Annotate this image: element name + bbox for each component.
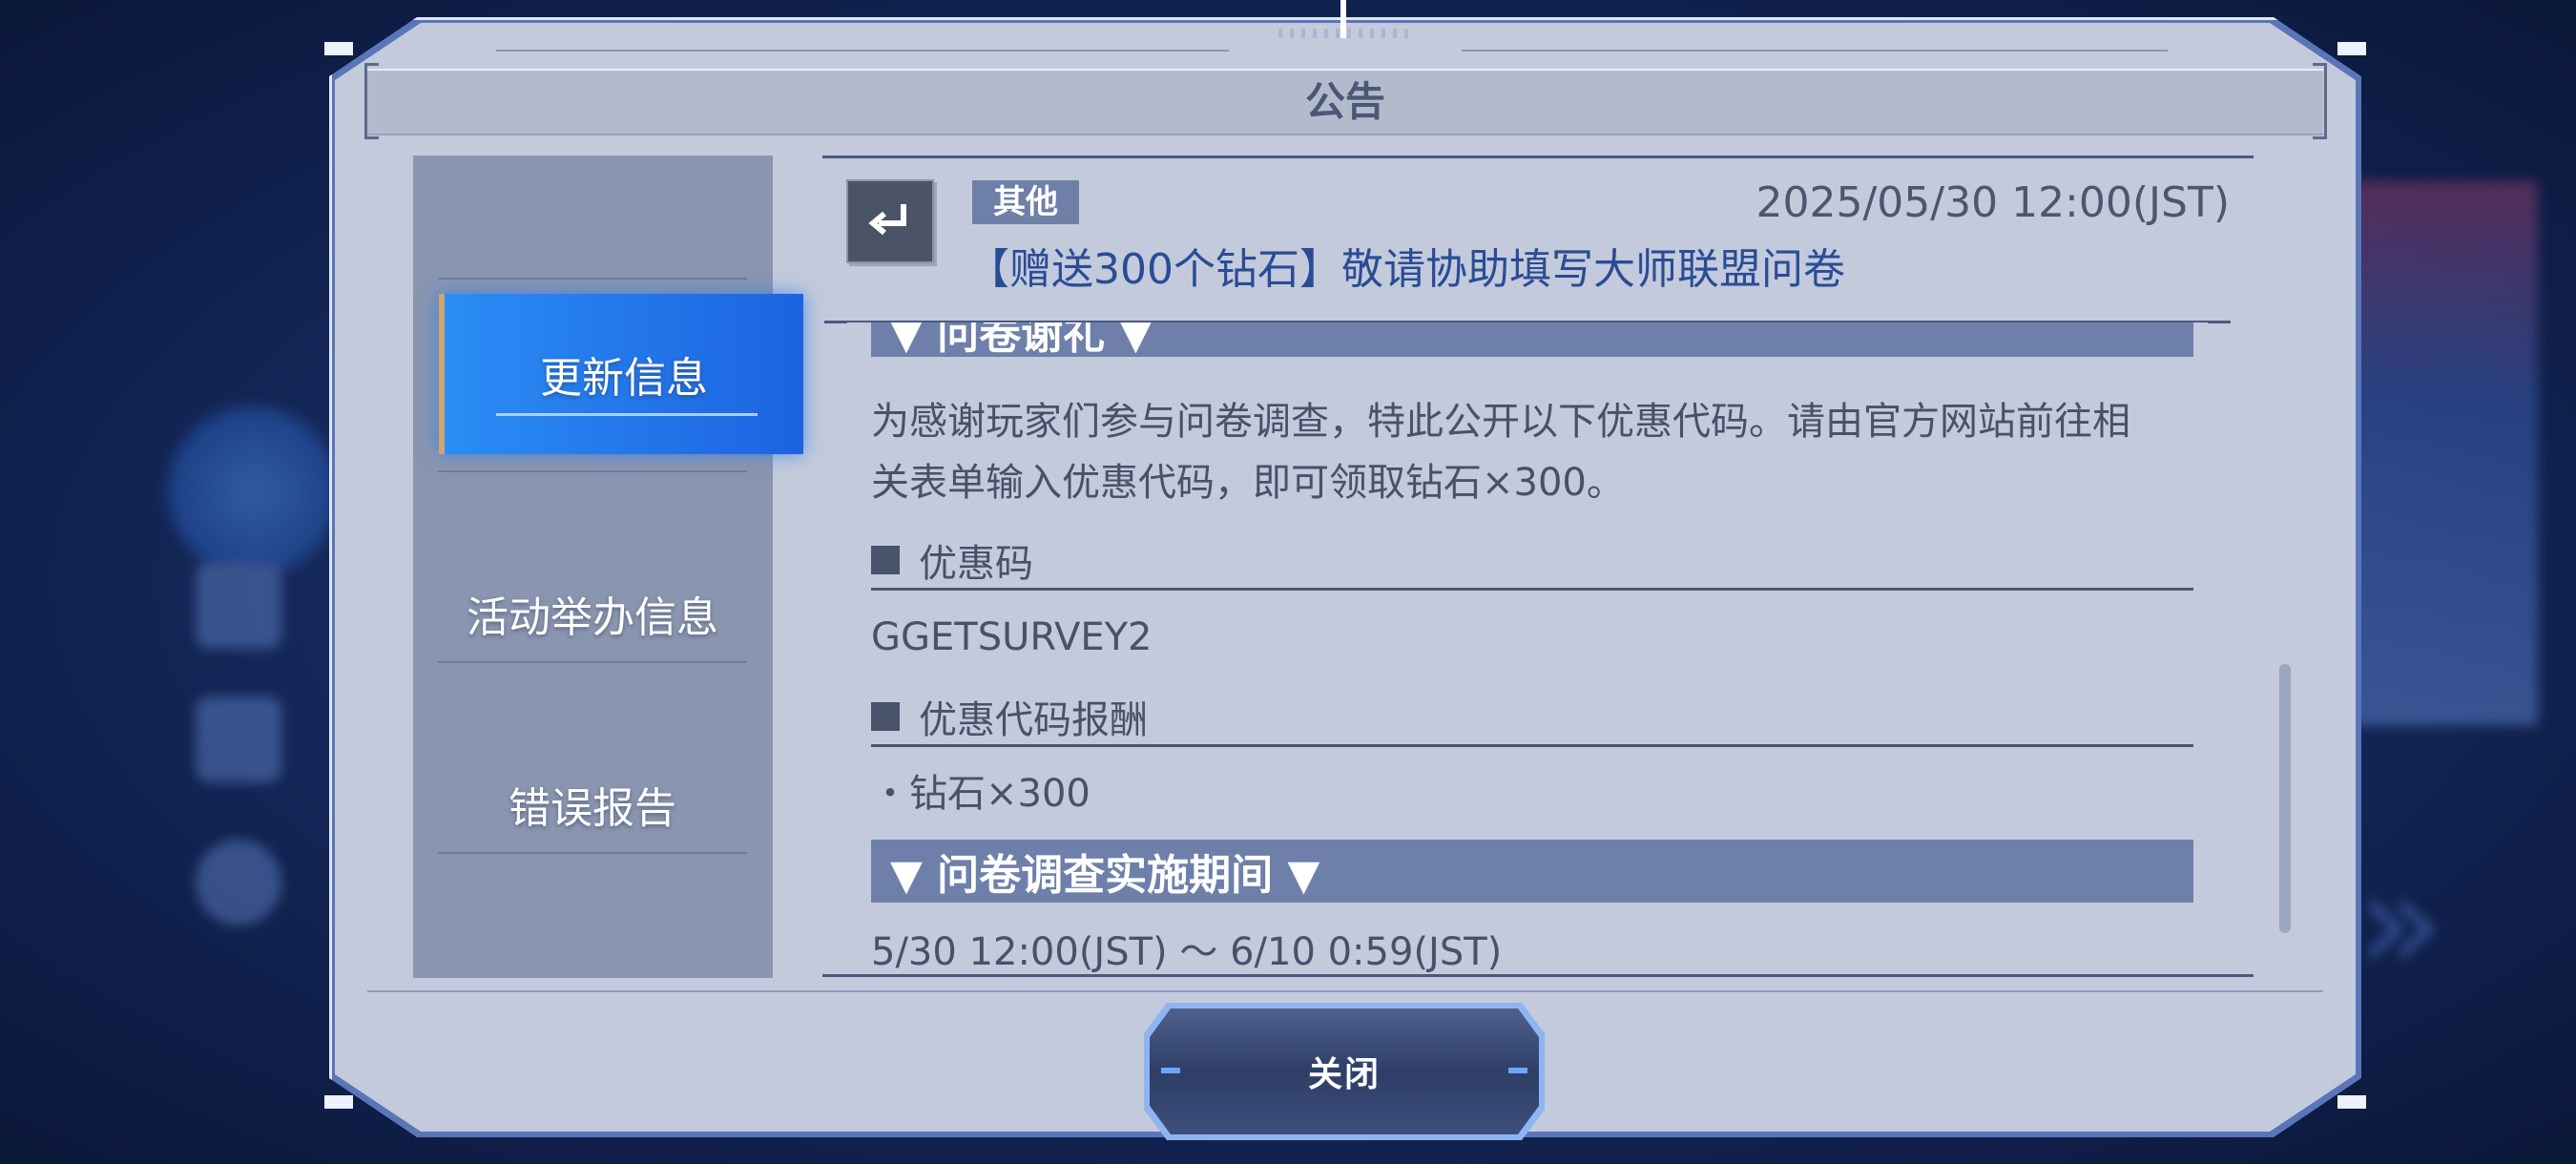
content-top-rule — [822, 156, 2254, 158]
background-circle-icon — [196, 840, 281, 925]
notice-title: 【赠送300个钻石】敬请协助填写大师联盟问卷 — [967, 245, 1845, 294]
notice-date: 2025/05/30 12:00(JST) — [1755, 178, 2230, 227]
background-left-menu — [143, 29, 343, 1154]
header-bracket-right — [2313, 63, 2327, 139]
dialog-header: 公告 — [367, 69, 2323, 135]
sidebar-item-label: 错误报告 — [509, 784, 676, 833]
content-bottom-rule — [822, 974, 2254, 977]
background-check-icon — [196, 696, 281, 782]
notice-header: 其他 2025/05/30 12:00(JST) 【赠送300个钻石】敬请协助填… — [846, 177, 2230, 320]
survey-period: 5/30 12:00(JST) 〜 6/10 0:59(JST) — [871, 930, 1503, 974]
section-heading-period: ▼ 问卷调查实施期间 ▼ — [871, 840, 2193, 903]
sidebar-item-event-info[interactable]: 活动举办信息 — [438, 566, 747, 661]
dialog-title: 公告 — [1304, 78, 1385, 125]
sidebar-item-update-info[interactable]: 更新信息 — [439, 294, 803, 454]
footer-rule — [367, 990, 2323, 992]
return-arrow-icon[interactable] — [846, 179, 934, 263]
sidebar-item-label: 活动举办信息 — [467, 593, 718, 642]
button-deco — [1508, 1068, 1527, 1073]
frame-corner — [324, 42, 353, 55]
frame-center-notch — [1340, 0, 1346, 38]
coupon-code: GGETSURVEY2 — [871, 615, 1153, 659]
rule-tick — [824, 321, 847, 323]
close-button-label: 关闭 — [1307, 1055, 1381, 1094]
thanks-text-line: 关表单输入优惠代码，即可领取钻石×300。 — [871, 461, 1625, 505]
background-orb — [162, 401, 343, 582]
sidebar-divider — [438, 278, 747, 280]
category-sidebar: 活动举办信息 错误报告 — [413, 156, 773, 978]
background-rank-badge — [143, 29, 324, 172]
frame-corner — [2337, 42, 2366, 55]
section-heading-thanks: ▼ 问卷谢礼 ▼ — [871, 322, 2193, 359]
sidebar-item-label: 更新信息 — [540, 354, 708, 403]
square-bullet-icon — [871, 702, 900, 731]
notice-body-scroll[interactable]: ▼ 问卷谢礼 ▼ 为感谢玩家们参与问卷调查，特此公开以下优惠代码。请由官方网站前… — [871, 322, 2193, 978]
background-gift-icon — [196, 563, 281, 649]
thanks-text-line: 为感谢玩家们参与问卷调查，特此公开以下优惠代码。请由官方网站前往相 — [871, 400, 2130, 444]
reward-value: ・钻石×300 — [871, 772, 1091, 816]
sidebar-divider — [438, 852, 747, 854]
frame-deco-line — [496, 50, 1229, 52]
code-subheading: 优惠码 — [871, 532, 2193, 591]
square-bullet-icon — [871, 546, 900, 574]
reward-subheading: 优惠代码报酬 — [871, 689, 2193, 747]
category-tag: 其他 — [972, 180, 1079, 224]
frame-deco-line — [1462, 50, 2168, 52]
frame-corner — [2337, 1095, 2366, 1109]
code-subheading-label: 优惠码 — [919, 542, 1033, 586]
scrollbar-thumb[interactable] — [2279, 664, 2291, 933]
reward-subheading-label: 优惠代码报酬 — [919, 698, 1148, 742]
sidebar-item-bug-report[interactable]: 错误报告 — [438, 757, 747, 852]
background-next-arrows-icon: » — [2357, 840, 2444, 1006]
header-bracket-left — [364, 63, 379, 139]
frame-corner — [324, 1095, 353, 1109]
sidebar-divider — [438, 470, 747, 472]
button-deco — [1161, 1068, 1180, 1073]
close-button[interactable]: 关闭 — [1150, 1008, 1539, 1134]
rule-tick — [2208, 321, 2231, 323]
active-underline — [496, 413, 758, 416]
sidebar-divider — [438, 661, 747, 663]
